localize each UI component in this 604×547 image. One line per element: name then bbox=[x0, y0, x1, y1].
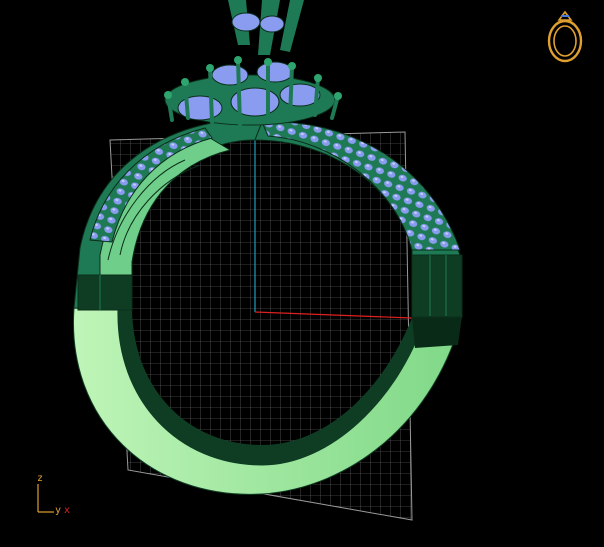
gizmo-x-label: x bbox=[64, 505, 71, 516]
gizmo-z-label: z bbox=[37, 473, 44, 484]
ring-model-render[interactable] bbox=[0, 0, 604, 547]
gizmo-y-label: y bbox=[55, 505, 62, 516]
3d-viewport[interactable]: z y x bbox=[0, 0, 604, 547]
ring-icon[interactable] bbox=[544, 8, 586, 64]
crown-setting bbox=[164, 0, 342, 127]
